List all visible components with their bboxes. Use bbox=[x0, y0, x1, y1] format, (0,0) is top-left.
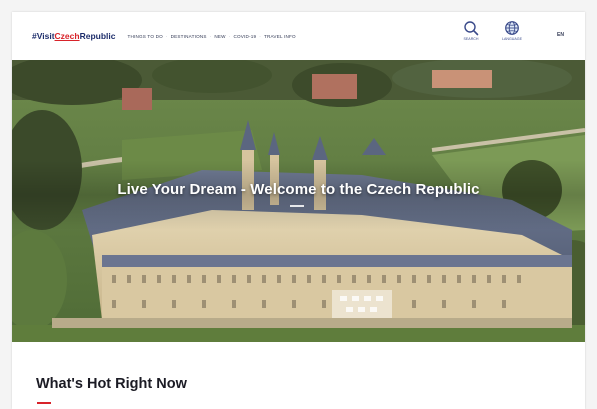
logo-text-visit: #Visit bbox=[32, 31, 55, 41]
nav-item-new[interactable]: New bbox=[212, 34, 227, 39]
hero-banner: Live Your Dream - Welcome to the Czech R… bbox=[12, 60, 585, 342]
language-button[interactable]: Language bbox=[502, 20, 522, 41]
section-heading-underline bbox=[37, 402, 51, 404]
globe-icon bbox=[505, 21, 519, 35]
search-icon bbox=[464, 21, 479, 36]
site-header: #Visit Czech Republic Things to do · Desti… bbox=[12, 12, 585, 60]
site-logo[interactable]: #Visit Czech Republic bbox=[32, 31, 115, 41]
section-heading: What's Hot Right Now bbox=[36, 376, 187, 392]
main-nav: Things to do · Destinations · New · Covi… bbox=[125, 34, 297, 39]
search-button[interactable]: Search bbox=[463, 20, 479, 41]
language-label: Language bbox=[502, 37, 522, 41]
logo-text-republic: Republic bbox=[79, 31, 116, 41]
logo-text-czech: Czech bbox=[54, 31, 80, 41]
hero-image bbox=[12, 60, 585, 342]
hero-title-underline bbox=[290, 205, 304, 207]
browser-page: #Visit Czech Republic Things to do · Desti… bbox=[12, 12, 585, 409]
nav-item-things-to-do[interactable]: Things to do bbox=[125, 34, 164, 39]
nav-item-destinations[interactable]: Destinations bbox=[169, 34, 209, 39]
language-code[interactable]: EN bbox=[557, 32, 564, 38]
hero-title: Live Your Dream - Welcome to the Czech R… bbox=[117, 181, 480, 198]
nav-item-travel-info[interactable]: Travel info bbox=[262, 34, 298, 39]
search-label: Search bbox=[463, 37, 479, 41]
nav-item-covid[interactable]: Covid-19 bbox=[231, 34, 258, 39]
